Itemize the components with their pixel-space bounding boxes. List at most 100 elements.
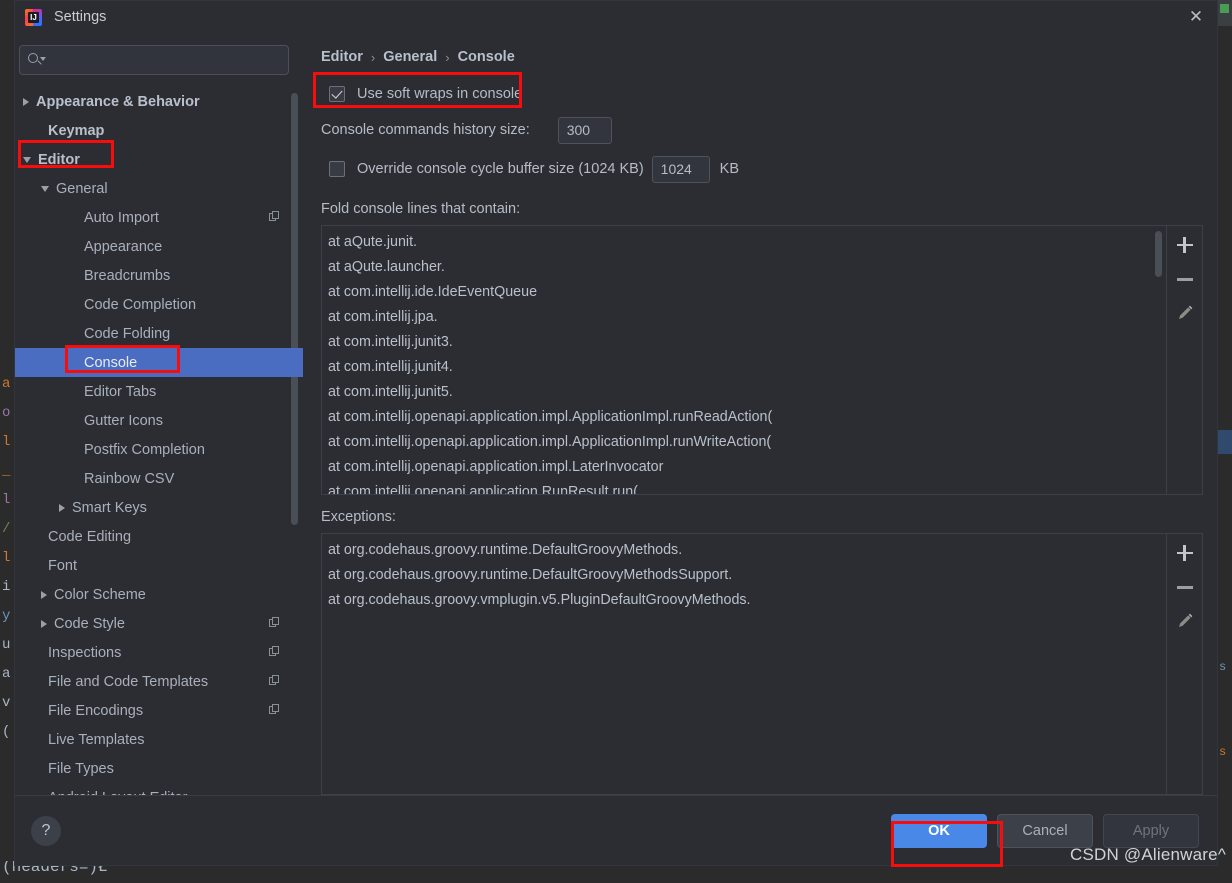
breadcrumb-separator: › bbox=[445, 49, 450, 65]
copy-settings-icon[interactable] bbox=[269, 646, 281, 658]
apply-button[interactable]: Apply bbox=[1103, 813, 1199, 848]
chevron-down-icon[interactable] bbox=[41, 185, 49, 192]
fold-lines-list[interactable]: at aQute.junit. at aQute.launcher. at com.… bbox=[321, 225, 1167, 496]
fold-list-scrollbar[interactable] bbox=[1155, 231, 1162, 278]
buffer-size-input[interactable] bbox=[651, 155, 710, 183]
copy-settings-icon[interactable] bbox=[269, 704, 281, 716]
soft-wraps-row: Use soft wraps in console bbox=[329, 81, 1203, 106]
chevron-right-icon[interactable] bbox=[59, 503, 65, 512]
cancel-button[interactable]: Cancel bbox=[997, 813, 1093, 848]
sidebar-item-android-layout-editor[interactable]: Android Layout Editor bbox=[15, 783, 303, 796]
sidebar-item-live-templates[interactable]: Live Templates bbox=[15, 725, 303, 754]
override-buffer-label: Override console cycle buffer size (1024… bbox=[357, 161, 644, 178]
sidebar-item-file-encodings[interactable]: File Encodings bbox=[15, 696, 303, 725]
sidebar-item-font[interactable]: Font bbox=[15, 551, 303, 580]
fold-list-item[interactable]: at com.intellij.junit3. bbox=[326, 330, 1166, 355]
search-box[interactable] bbox=[19, 45, 289, 75]
exceptions-list[interactable]: at org.codehaus.groovy.runtime.DefaultGr… bbox=[321, 533, 1167, 795]
history-size-input[interactable] bbox=[557, 116, 612, 144]
chevron-right-icon[interactable] bbox=[41, 619, 47, 628]
sidebar-item-label: Code Folding bbox=[84, 325, 171, 342]
sidebar-item-appearance-behavior[interactable]: Appearance & Behavior bbox=[15, 87, 303, 116]
sidebar-item-appearance[interactable]: Appearance bbox=[15, 232, 303, 261]
sidebar-item-console[interactable]: Console bbox=[15, 348, 303, 377]
sidebar-item-code-completion[interactable]: Code Completion bbox=[15, 290, 303, 319]
chevron-down-icon[interactable] bbox=[23, 156, 31, 163]
minus-icon[interactable] bbox=[1174, 268, 1196, 290]
dialog-body: Appearance & Behavior Keymap Editor General… bbox=[15, 33, 1217, 795]
pencil-icon[interactable] bbox=[1174, 610, 1196, 632]
sidebar-item-label: Font bbox=[48, 557, 78, 574]
plus-icon[interactable] bbox=[1174, 542, 1196, 564]
fold-list-item[interactable]: at aQute.launcher. bbox=[326, 255, 1166, 280]
sidebar-item-file-and-code-templates[interactable]: File and Code Templates bbox=[15, 667, 303, 696]
fold-list-item[interactable]: at aQute.junit. bbox=[326, 230, 1166, 255]
window-title: Settings bbox=[54, 9, 107, 25]
fold-list-item[interactable]: at com.intellij.openapi.application.impl… bbox=[326, 430, 1166, 455]
fold-list-item[interactable]: at com.intellij.openapi.application.RunR… bbox=[326, 480, 1166, 494]
fold-list-item[interactable]: at com.intellij.junit4. bbox=[326, 355, 1166, 380]
sidebar-item-label: File Types bbox=[48, 760, 114, 777]
exceptions-list-buttons bbox=[1167, 533, 1203, 795]
fold-list-item[interactable]: at com.intellij.junit5. bbox=[326, 380, 1166, 405]
chevron-right-icon[interactable] bbox=[41, 590, 47, 599]
sidebar-item-label: General bbox=[56, 180, 108, 197]
dialog-titlebar: IJ Settings ✕ bbox=[15, 1, 1217, 33]
copy-settings-icon[interactable] bbox=[269, 675, 281, 687]
sidebar-item-smart-keys[interactable]: Smart Keys bbox=[15, 493, 303, 522]
chevron-right-icon[interactable] bbox=[23, 97, 29, 106]
background-editor-right: s s bbox=[1218, 0, 1232, 883]
sidebar-item-rainbow-csv[interactable]: Rainbow CSV bbox=[15, 464, 303, 493]
copy-settings-icon[interactable] bbox=[269, 211, 281, 223]
sidebar-item-editor-tabs[interactable]: Editor Tabs bbox=[15, 377, 303, 406]
sidebar-item-code-editing[interactable]: Code Editing bbox=[15, 522, 303, 551]
breadcrumb-item-editor[interactable]: Editor bbox=[321, 49, 363, 65]
search-input[interactable] bbox=[44, 52, 280, 68]
sidebar-item-label: Inspections bbox=[48, 644, 122, 661]
plus-icon[interactable] bbox=[1174, 234, 1196, 256]
soft-wraps-checkbox[interactable] bbox=[329, 85, 345, 102]
buffer-size-unit: KB bbox=[719, 161, 739, 178]
question-mark-icon[interactable]: ? bbox=[31, 815, 61, 846]
copy-settings-icon[interactable] bbox=[269, 617, 281, 629]
breadcrumb-item-console[interactable]: Console bbox=[458, 49, 515, 65]
sidebar-item-color-scheme[interactable]: Color Scheme bbox=[15, 580, 303, 609]
sidebar-item-code-style[interactable]: Code Style bbox=[15, 609, 303, 638]
sidebar-item-label: Appearance bbox=[84, 238, 163, 255]
sidebar-item-code-folding[interactable]: Code Folding bbox=[15, 319, 303, 348]
sidebar-item-auto-import[interactable]: Auto Import bbox=[15, 203, 303, 232]
sidebar-item-inspections[interactable]: Inspections bbox=[15, 638, 303, 667]
pencil-icon[interactable] bbox=[1174, 302, 1196, 324]
sidebar-item-label: Postfix Completion bbox=[84, 441, 205, 458]
sidebar-item-label: Color Scheme bbox=[54, 586, 146, 603]
sidebar-item-gutter-icons[interactable]: Gutter Icons bbox=[15, 406, 303, 435]
sidebar-item-general[interactable]: General bbox=[15, 174, 303, 203]
sidebar-item-label: Breadcrumbs bbox=[84, 267, 171, 284]
exception-list-item[interactable]: at org.codehaus.groovy.runtime.DefaultGr… bbox=[326, 563, 1166, 588]
sidebar-item-file-types[interactable]: File Types bbox=[15, 754, 303, 783]
soft-wraps-label: Use soft wraps in console bbox=[357, 85, 523, 102]
exception-list-item[interactable]: at org.codehaus.groovy.vmplugin.v5.Plugi… bbox=[326, 588, 1166, 613]
ok-button[interactable]: OK bbox=[891, 813, 987, 848]
sidebar-item-breadcrumbs[interactable]: Breadcrumbs bbox=[15, 261, 303, 290]
watermark: CSDN @Alienware^ bbox=[1070, 845, 1226, 864]
override-buffer-checkbox[interactable] bbox=[329, 161, 345, 178]
fold-list-item[interactable]: at com.intellij.openapi.application.impl… bbox=[326, 455, 1166, 480]
fold-list-buttons bbox=[1167, 225, 1203, 496]
breadcrumb-separator: › bbox=[370, 49, 376, 65]
breadcrumb-item-general[interactable]: General bbox=[383, 49, 437, 65]
sidebar-item-postfix-completion[interactable]: Postfix Completion bbox=[15, 435, 303, 464]
fold-list-item[interactable]: at com.intellij.ide.IdeEventQueue bbox=[326, 280, 1166, 305]
exception-list-item[interactable]: at org.codehaus.groovy.runtime.DefaultGr… bbox=[326, 538, 1166, 563]
minus-icon[interactable] bbox=[1174, 576, 1196, 598]
sidebar-item-label: Code Style bbox=[54, 615, 125, 632]
sidebar-item-editor[interactable]: Editor bbox=[15, 145, 303, 174]
fold-list-item[interactable]: at com.intellij.openapi.application.impl… bbox=[326, 405, 1166, 430]
sidebar-item-label: Live Templates bbox=[48, 731, 145, 748]
fold-list-item[interactable]: at com.intellij.jpa. bbox=[326, 305, 1166, 330]
fold-lines-container: at aQute.junit. at aQute.launcher. at com.… bbox=[321, 225, 1203, 496]
sidebar-item-label: Auto Import bbox=[84, 209, 159, 226]
sidebar-item-keymap[interactable]: Keymap bbox=[15, 116, 303, 145]
background-text-1: s bbox=[1219, 660, 1227, 674]
close-icon[interactable]: ✕ bbox=[1181, 3, 1211, 31]
